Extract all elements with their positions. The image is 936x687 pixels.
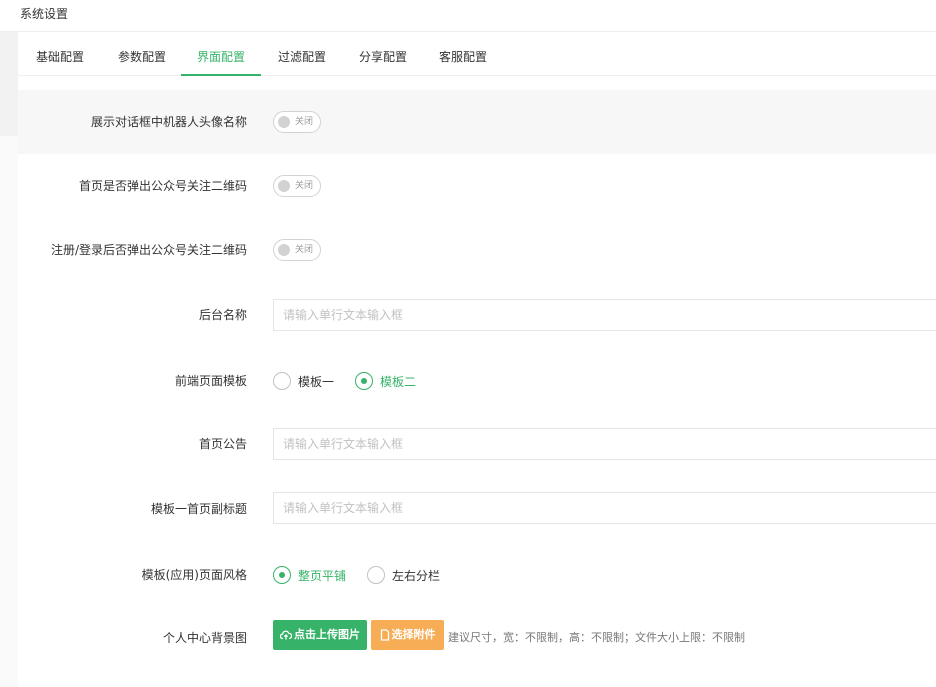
upload-image-label: 点击上传图片 (294, 628, 360, 641)
switch-state-text: 关闭 (295, 181, 314, 191)
radio-template-two[interactable]: 模板二 (355, 372, 425, 390)
cloud-upload-icon (280, 630, 292, 640)
page-header: 系统设置 (0, 0, 936, 32)
form-row-template1-subtitle: 模板一首页副标题 (18, 474, 936, 538)
radio-full-page[interactable]: 整页平铺 (273, 566, 353, 584)
radio-split-columns[interactable]: 左右分栏 (367, 566, 447, 584)
template1-subtitle-label: 模板一首页副标题 (150, 502, 247, 516)
form-row-home-popup-qrcode: 首页是否弹出公众号关注二维码 关闭 (18, 154, 936, 218)
template1-subtitle-input[interactable] (273, 492, 936, 524)
select-attachment-label: 选择附件 (391, 628, 436, 641)
radio-circle (273, 372, 291, 390)
tab-basic-config[interactable]: 基础配置 (24, 32, 96, 75)
radio-template-one[interactable]: 模板一 (273, 372, 343, 390)
form-row-profile-background: 个人中心背景图 点击上传图片 选择附件 建议尺寸，宽：不限制，高：不限制；文件大… (18, 602, 936, 672)
login-popup-qrcode-label: 注册/登录后否弹出公众号关注二维码 (50, 243, 247, 257)
admin-name-label: 后台名称 (198, 308, 247, 322)
form-row-app-page-style: 模板(应用)页面风格 整页平铺 左右分栏 (18, 538, 936, 602)
form-row-login-popup-qrcode: 注册/登录后否弹出公众号关注二维码 关闭 (18, 218, 936, 282)
upload-image-button[interactable]: 点击上传图片 (273, 620, 367, 650)
switch-knob (278, 180, 290, 192)
home-popup-qrcode-switch[interactable]: 关闭 (273, 175, 321, 197)
profile-background-label: 个人中心背景图 (162, 631, 247, 645)
tab-filter-config[interactable]: 过滤配置 (266, 32, 338, 75)
login-popup-qrcode-switch[interactable]: 关闭 (273, 239, 321, 261)
radio-label: 整页平铺 (298, 569, 347, 583)
settings-page: 系统设置 基础配置 参数配置 界面配置 过滤配置 分享配置 客服配置 展示对话框… (0, 0, 936, 687)
show-robot-avatar-label: 展示对话框中机器人头像名称 (90, 115, 247, 129)
switch-state-text: 关闭 (295, 117, 314, 127)
home-notice-input[interactable] (273, 428, 936, 460)
switch-knob (278, 244, 290, 256)
radio-circle (367, 566, 385, 584)
settings-panel: 基础配置 参数配置 界面配置 过滤配置 分享配置 客服配置 展示对话框中机器人头… (18, 32, 936, 687)
radio-circle (273, 566, 291, 584)
show-robot-avatar-switch[interactable]: 关闭 (273, 111, 321, 133)
tab-param-config[interactable]: 参数配置 (106, 32, 178, 75)
admin-name-input[interactable] (273, 299, 936, 331)
home-notice-label: 首页公告 (198, 437, 247, 451)
size-hint: 建议尺寸，宽：不限制，高：不限制；文件大小上限：不限制 (448, 631, 745, 644)
select-attachment-button[interactable]: 选择附件 (371, 620, 444, 650)
tab-share-config[interactable]: 分享配置 (347, 32, 419, 75)
radio-label: 模板二 (380, 375, 417, 389)
radio-circle (355, 372, 373, 390)
form-row-frontend-template: 前端页面模板 模板一 模板二 (18, 346, 936, 410)
home-popup-qrcode-label: 首页是否弹出公众号关注二维码 (78, 179, 247, 193)
switch-knob (278, 116, 290, 128)
radio-label: 模板一 (298, 375, 335, 389)
form-row-admin-name: 后台名称 (18, 282, 936, 346)
page-title: 系统设置 (20, 7, 69, 21)
form-row-show-robot-avatar: 展示对话框中机器人头像名称 关闭 (18, 90, 936, 154)
file-icon (380, 629, 389, 641)
left-gutter (0, 32, 18, 687)
tab-ui-config[interactable]: 界面配置 (181, 32, 261, 76)
frontend-template-label: 前端页面模板 (174, 374, 247, 388)
switch-state-text: 关闭 (295, 245, 314, 255)
tab-bar: 基础配置 参数配置 界面配置 过滤配置 分享配置 客服配置 (18, 32, 936, 76)
tab-service-config[interactable]: 客服配置 (427, 32, 499, 75)
app-page-style-label: 模板(应用)页面风格 (141, 568, 247, 582)
form-row-home-notice: 首页公告 (18, 410, 936, 474)
radio-label: 左右分栏 (392, 569, 441, 583)
